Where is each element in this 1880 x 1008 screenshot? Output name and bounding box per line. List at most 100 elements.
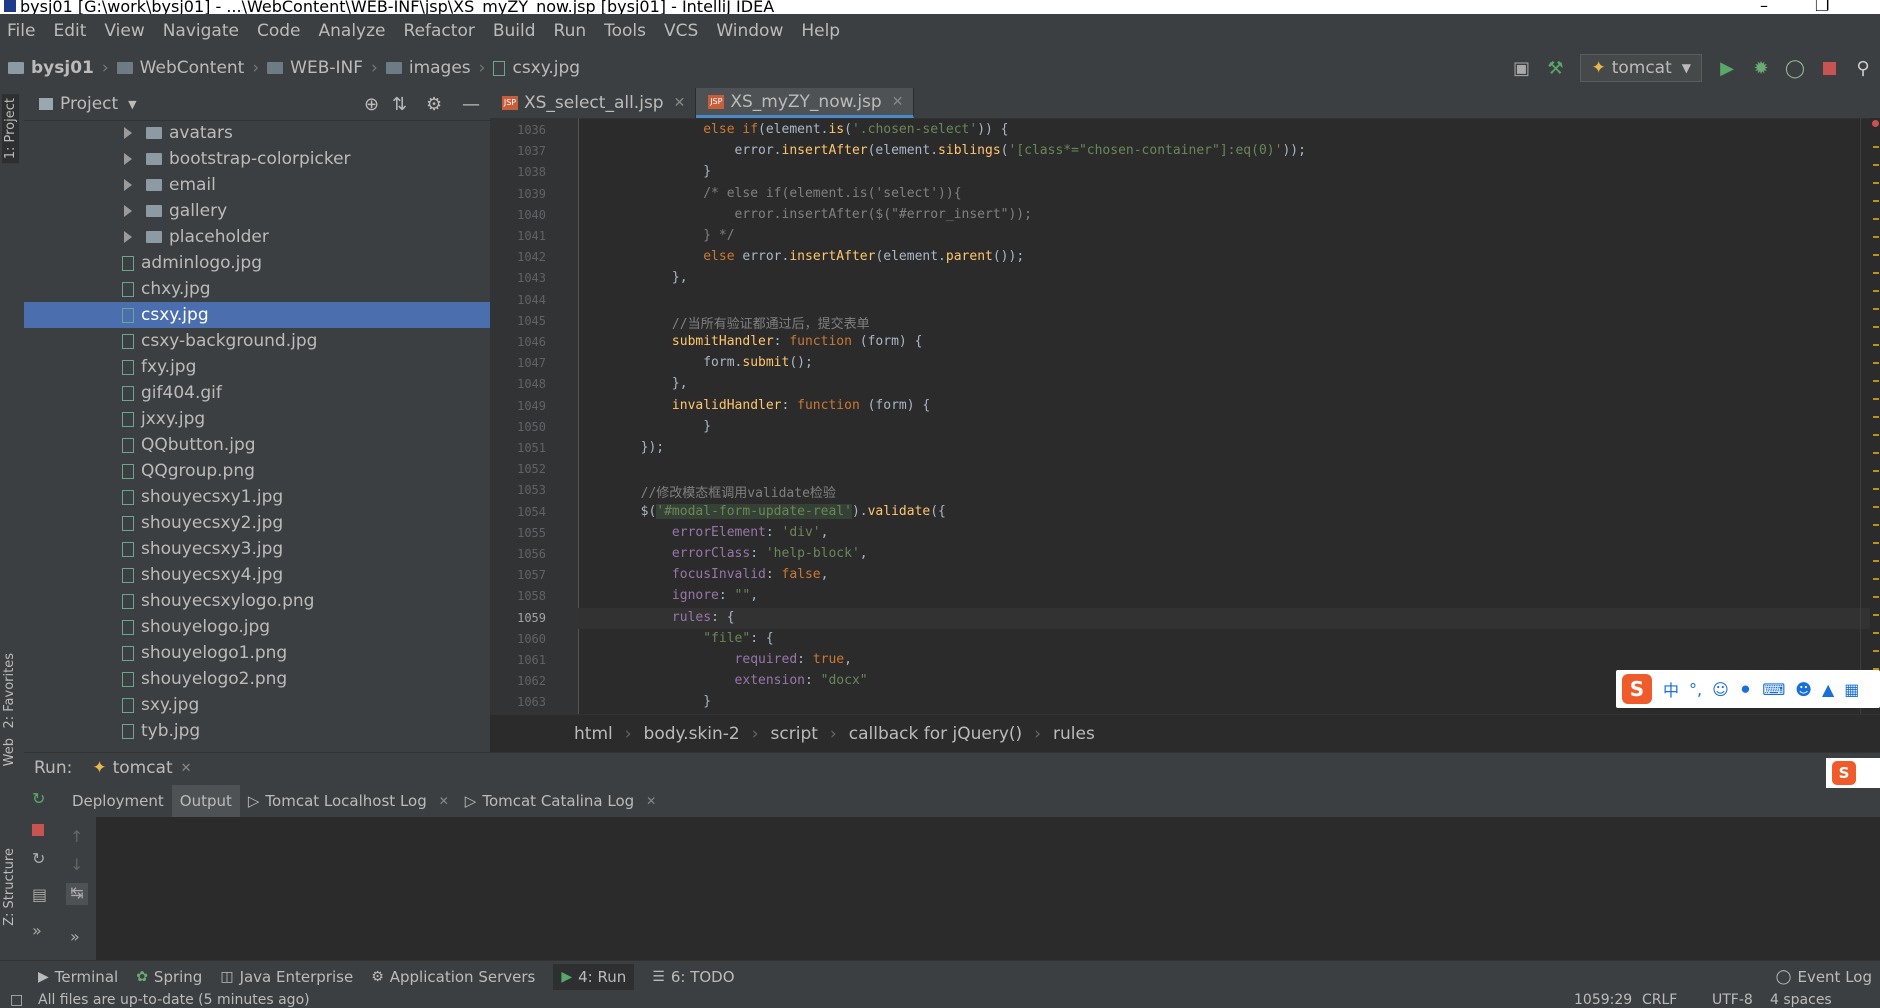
more-icon[interactable]: » — [32, 921, 48, 940]
code-line[interactable]: } */ — [578, 228, 734, 243]
skin-icon[interactable]: ▲ — [1822, 680, 1834, 699]
tree-file[interactable]: QQbutton.jpg — [24, 432, 490, 458]
stop-icon[interactable] — [32, 821, 48, 837]
crumb-rules[interactable]: rules — [1053, 724, 1095, 744]
code-line[interactable]: required: true, — [578, 652, 852, 667]
tree-file[interactable]: shouyecsxy4.jpg — [24, 562, 490, 588]
tree-file[interactable]: shouyelogo1.png — [24, 640, 490, 666]
tab-todo[interactable]: ☰ 6: TODO — [652, 968, 734, 986]
more-icon[interactable]: » — [70, 927, 86, 946]
tree-folder[interactable]: gallery — [24, 198, 490, 224]
ime-mini-toolbar[interactable]: S — [1826, 758, 1880, 788]
tree-file[interactable]: shouyecsxy1.jpg — [24, 484, 490, 510]
tab-output[interactable]: Output — [171, 785, 240, 817]
close-icon[interactable]: ✕ — [181, 761, 192, 776]
code-line[interactable]: }); — [578, 440, 664, 455]
tree-folder[interactable]: placeholder — [24, 224, 490, 250]
tree-file[interactable]: shouyecsxy2.jpg — [24, 510, 490, 536]
tree-file[interactable]: shouyecsxy3.jpg — [24, 536, 490, 562]
chevron-right-icon[interactable] — [124, 179, 132, 191]
tab-application-servers[interactable]: ⚙ Application Servers — [371, 968, 535, 986]
tree-file[interactable]: QQgroup.png — [24, 458, 490, 484]
code-line[interactable]: form.submit(); — [578, 355, 813, 370]
code-line[interactable]: extension: "docx" — [578, 673, 868, 688]
code-line[interactable]: } — [578, 419, 711, 434]
tree-file[interactable]: chxy.jpg — [24, 276, 490, 302]
crumb-html[interactable]: html — [574, 724, 613, 744]
gear-icon[interactable]: ⚙ — [426, 94, 442, 115]
chevron-down-icon[interactable]: ▼ — [128, 98, 136, 111]
tab-run[interactable]: ▶ 4: Run — [553, 964, 635, 990]
update-icon[interactable]: ↻ — [32, 849, 48, 868]
menu-build[interactable]: Build — [493, 21, 536, 41]
event-log-button[interactable]: ◯ Event Log — [1776, 968, 1872, 986]
code-line[interactable]: error.insertAfter(element.siblings('[cla… — [578, 143, 1306, 158]
close-icon[interactable]: ✕ — [646, 794, 656, 808]
tab-localhost-log[interactable]: ▷ Tomcat Localhost Log ✕ — [240, 785, 457, 817]
locate-icon[interactable]: ⊕ — [364, 94, 379, 115]
code-line[interactable]: //当所有验证都通过后，提交表单 — [578, 313, 870, 332]
tab-xs-select-all[interactable]: JSP XS_select_all.jsp ✕ — [490, 88, 697, 118]
tree-file[interactable]: shouyelogo2.png — [24, 666, 490, 692]
crumb-body[interactable]: body.skin-2 — [644, 724, 740, 744]
code-line[interactable]: //修改模态框调用validate检验 — [578, 482, 836, 501]
run-configuration-select[interactable]: ✦ tomcat ▼ — [1580, 54, 1702, 82]
tree-file[interactable]: sxy.jpg — [24, 692, 490, 718]
ime-punct[interactable]: °, — [1689, 680, 1702, 699]
code-line[interactable]: } — [578, 694, 711, 709]
crumb-project[interactable]: bysj01 › — [8, 58, 109, 78]
chevron-right-icon[interactable] — [124, 153, 132, 165]
user-icon[interactable]: ☻ — [1795, 680, 1812, 699]
code-line[interactable]: else if(element.is('.chosen-select')) { — [578, 122, 1008, 137]
tree-file[interactable]: adminlogo.jpg — [24, 250, 490, 276]
ime-toolbar[interactable]: S 中 °, ☺ ⚫ ⌨ ☻ ▲ ▦ — [1616, 670, 1880, 708]
web-tool-tab[interactable]: Web — [2, 738, 17, 766]
code-line[interactable]: "file": { — [578, 631, 773, 646]
menu-view[interactable]: View — [104, 21, 144, 41]
caret-position[interactable]: 1059:29 — [1574, 992, 1632, 1008]
search-icon[interactable]: ⚲ — [1852, 57, 1874, 79]
line-separator[interactable]: CRLF — [1642, 992, 1677, 1008]
menu-vcs[interactable]: VCS — [664, 21, 698, 41]
menu-code[interactable]: Code — [257, 21, 301, 41]
tab-catalina-log[interactable]: ▷ Tomcat Catalina Log ✕ — [457, 785, 664, 817]
debug-icon[interactable]: ✹ — [1750, 57, 1772, 79]
tab-java-enterprise[interactable]: ◫ Java Enterprise — [220, 968, 353, 986]
menu-edit[interactable]: Edit — [53, 21, 86, 41]
project-structure-icon[interactable]: ▣ — [1510, 57, 1532, 79]
run-config-tab[interactable]: tomcat — [113, 758, 173, 778]
soft-wrap-icon[interactable]: ↹ — [66, 883, 88, 905]
coverage-icon[interactable]: ◯ — [1784, 57, 1806, 79]
crumb-webcontent[interactable]: WebContent › — [116, 58, 259, 78]
tab-xs-myzy-now[interactable]: JSP XS_myZY_now.jsp ✕ — [696, 88, 915, 118]
file-encoding[interactable]: UTF-8 — [1712, 992, 1753, 1008]
crumb-callback[interactable]: callback for jQuery() — [849, 724, 1022, 744]
code-line[interactable]: }, — [578, 376, 688, 391]
code-line[interactable]: errorClass: 'help-block', — [578, 546, 868, 561]
tree-file[interactable]: tyb.jpg — [24, 718, 490, 744]
microphone-icon[interactable]: ⚫ — [1739, 680, 1752, 699]
chevron-right-icon[interactable] — [124, 205, 132, 217]
run-icon[interactable]: ▶ — [1716, 57, 1738, 79]
close-icon[interactable]: ✕ — [439, 794, 449, 808]
indent-setting[interactable]: 4 spaces — [1770, 992, 1832, 1008]
down-arrow-icon[interactable]: ↓ — [70, 855, 86, 874]
error-stripe[interactable] — [1870, 118, 1880, 714]
up-arrow-icon[interactable]: ↑ — [70, 827, 86, 846]
code-line[interactable]: invalidHandler: function (form) { — [578, 398, 930, 413]
tree-file[interactable]: shouyelogo.jpg — [24, 614, 490, 640]
crumb-file[interactable]: csxy.jpg — [493, 58, 580, 78]
code-line[interactable]: else error.insertAfter(element.parent())… — [578, 249, 1024, 264]
code-text[interactable]: else if(element.is('.chosen-select')) { … — [578, 118, 1858, 714]
code-line[interactable]: $('#modal-form-update-real').validate({ — [578, 503, 946, 519]
code-line[interactable]: ignore: "", — [578, 588, 758, 603]
tree-file[interactable]: csxy.jpg — [24, 302, 490, 328]
tab-terminal[interactable]: ▶ Terminal — [38, 968, 118, 986]
menu-navigate[interactable]: Navigate — [163, 21, 239, 41]
menu-refactor[interactable]: Refactor — [404, 21, 475, 41]
tree-folder[interactable]: avatars — [24, 120, 490, 146]
tree-folder[interactable]: bootstrap-colorpicker — [24, 146, 490, 172]
menu-run[interactable]: Run — [554, 21, 587, 41]
grid-icon[interactable]: ▦ — [1844, 680, 1859, 699]
tree-file[interactable]: gif404.gif — [24, 380, 490, 406]
